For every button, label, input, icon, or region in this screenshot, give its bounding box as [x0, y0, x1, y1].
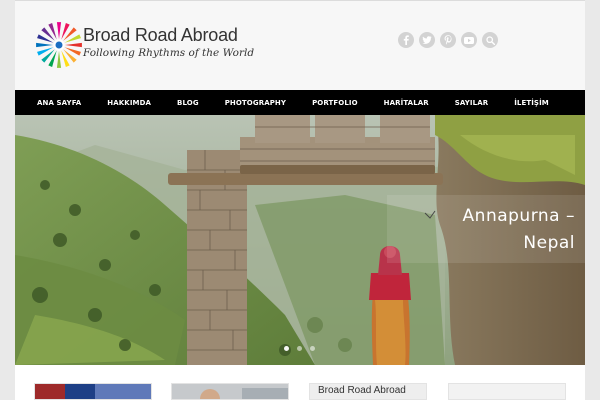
- nav-item-ana-sayfa[interactable]: ANA SAYFA: [37, 99, 81, 107]
- slide-caption-line-2: Nepal: [523, 233, 575, 253]
- featured-thumb-4[interactable]: [448, 383, 566, 400]
- hero-slider[interactable]: Annapurna – Nepal: [15, 115, 585, 365]
- logo-ray: [48, 50, 57, 67]
- nav-item-photography[interactable]: PHOTOGRAPHY: [225, 99, 286, 107]
- logo-ray: [56, 51, 62, 68]
- thumb-1-image: [35, 384, 151, 399]
- logo-ray: [48, 23, 57, 40]
- twitter-icon[interactable]: [419, 32, 435, 48]
- nav-item-sayilar[interactable]: SAYILAR: [455, 99, 488, 107]
- sunburst-logo-icon[interactable]: [35, 21, 83, 69]
- logo-ray: [56, 22, 62, 39]
- logo-ray: [61, 50, 70, 67]
- featured-thumb-2[interactable]: [171, 383, 289, 400]
- social-links: [398, 32, 498, 48]
- nav-item-blog[interactable]: BLOG: [177, 99, 199, 107]
- logo-ray: [37, 34, 54, 43]
- nav-item-hakkimda[interactable]: HAKKIMDA: [107, 99, 151, 107]
- logo-ray: [65, 42, 82, 48]
- slider-dot-3[interactable]: [310, 346, 315, 351]
- featured-thumb-3[interactable]: Broad Road Abroad: [309, 383, 427, 400]
- logo-ray: [61, 23, 70, 40]
- logo-ray: [37, 47, 54, 56]
- facebook-icon[interactable]: [398, 32, 414, 48]
- featured-posts-strip: Broad Road Abroad: [15, 365, 585, 400]
- slider-pagination: [284, 346, 315, 351]
- slide-caption-line-1: Annapurna –: [462, 206, 575, 226]
- search-icon[interactable]: [482, 32, 498, 48]
- site-title[interactable]: Broad Road Abroad: [83, 25, 238, 46]
- slider-dot-2[interactable]: [297, 346, 302, 351]
- thumb-2-image: [172, 384, 288, 399]
- site-header: Broad Road Abroad Following Rhythms of t…: [15, 0, 585, 90]
- slider-dot-1[interactable]: [284, 346, 289, 351]
- pinterest-icon[interactable]: [440, 32, 456, 48]
- logo-ray: [36, 42, 53, 48]
- nav-item-iletisim[interactable]: İLETİŞİM: [514, 99, 549, 107]
- site-tagline: Following Rhythms of the World: [83, 47, 255, 59]
- logo-ray: [64, 47, 81, 56]
- youtube-icon[interactable]: [461, 32, 477, 48]
- thumb-3-title: Broad Road Abroad: [318, 385, 406, 396]
- main-navigation: ANA SAYFA HAKKIMDA BLOG PHOTOGRAPHY PORT…: [15, 90, 585, 115]
- featured-thumb-1[interactable]: [34, 383, 152, 400]
- nav-item-haritalar[interactable]: HARİTALAR: [384, 99, 429, 107]
- logo-ray: [64, 34, 81, 43]
- nav-item-portfolio[interactable]: PORTFOLIO: [312, 99, 358, 107]
- page: Broad Road Abroad Following Rhythms of t…: [15, 0, 585, 400]
- slide-caption[interactable]: Annapurna – Nepal: [463, 203, 575, 257]
